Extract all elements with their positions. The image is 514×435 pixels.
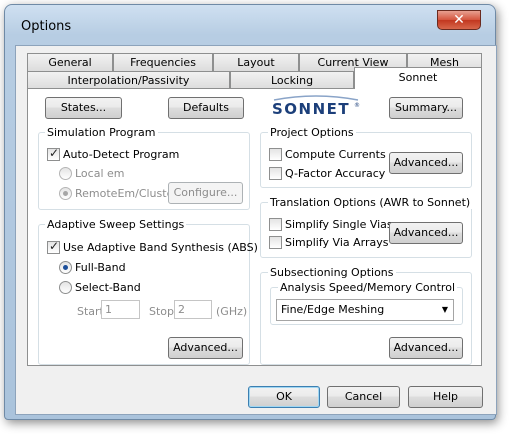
- chevron-down-icon[interactable]: ▼: [442, 300, 448, 320]
- select-band-radio[interactable]: [59, 281, 72, 294]
- meshing-select[interactable]: Fine/Edge Meshing ▼: [276, 299, 454, 321]
- start-label: Start: [77, 305, 104, 318]
- local-em-label: Local em: [75, 167, 125, 180]
- remote-em-cluster-radio[interactable]: [59, 187, 72, 200]
- q-factor-accuracy-checkbox[interactable]: [269, 167, 282, 180]
- translation-advanced-button[interactable]: Advanced...: [389, 222, 463, 244]
- auto-detect-program-label[interactable]: Auto-Detect Program: [63, 148, 179, 161]
- tab-locking[interactable]: Locking: [230, 71, 354, 89]
- window-title: Options: [21, 19, 72, 34]
- subsectioning-advanced-button[interactable]: Advanced...: [389, 337, 463, 359]
- close-icon: ✕: [453, 12, 465, 28]
- checkmark-icon: ✓: [48, 146, 60, 160]
- q-factor-accuracy-label[interactable]: Q-Factor Accuracy: [285, 167, 385, 180]
- use-abs-checkbox[interactable]: ✓: [47, 239, 60, 254]
- tab-frequencies[interactable]: Frequencies: [113, 53, 213, 71]
- simplify-via-arrays-checkbox[interactable]: [269, 236, 282, 249]
- translation-options-title: Translation Options (AWR to Sonnet): [268, 196, 473, 209]
- full-band-label[interactable]: Full-Band: [75, 261, 126, 274]
- start-frequency-input[interactable]: 1: [101, 300, 140, 319]
- radio-selected-dot: [63, 265, 68, 270]
- checkmark-icon: ✓: [48, 239, 60, 253]
- help-button[interactable]: Help: [408, 386, 483, 408]
- adaptive-advanced-button[interactable]: Advanced...: [168, 337, 243, 359]
- summary-button[interactable]: Summary...: [389, 97, 463, 119]
- simplify-single-vias-label[interactable]: Simplify Single Vias: [285, 218, 393, 231]
- ghz-unit-label: (GHz): [216, 305, 248, 318]
- analysis-speed-title: Analysis Speed/Memory Control: [278, 281, 458, 294]
- full-band-radio[interactable]: [59, 261, 72, 274]
- local-em-radio[interactable]: [59, 167, 72, 180]
- configure-button[interactable]: Configure...: [168, 182, 243, 204]
- remote-em-cluster-label: RemoteEm/Cluster: [75, 187, 178, 200]
- cancel-button[interactable]: Cancel: [327, 386, 400, 408]
- tab-interpolation-passivity[interactable]: Interpolation/Passivity: [27, 71, 230, 89]
- tab-layout[interactable]: Layout: [213, 53, 299, 71]
- radio-selected-dot: [63, 191, 68, 196]
- project-advanced-button[interactable]: Advanced...: [389, 152, 463, 174]
- simplify-single-vias-checkbox[interactable]: [269, 218, 282, 231]
- subsectioning-options-title: Subsectioning Options: [268, 266, 396, 279]
- select-band-label[interactable]: Select-Band: [75, 281, 141, 294]
- stop-label: Stop: [149, 305, 175, 318]
- logo-registered-mark: ®: [354, 102, 360, 109]
- use-abs-label[interactable]: Use Adaptive Band Synthesis (ABS): [63, 241, 258, 254]
- meshing-selected-value: Fine/Edge Meshing: [281, 303, 385, 316]
- sonnet-logo: SONNET ®: [270, 95, 362, 118]
- compute-currents-checkbox[interactable]: [269, 148, 282, 161]
- simulation-program-title: Simulation Program: [45, 126, 158, 139]
- close-button[interactable]: ✕: [437, 10, 481, 30]
- tab-sonnet[interactable]: Sonnet: [354, 67, 482, 89]
- tab-general[interactable]: General: [27, 53, 113, 71]
- states-button[interactable]: States...: [45, 97, 122, 119]
- project-options-title: Project Options: [268, 126, 356, 139]
- auto-detect-program-checkbox[interactable]: ✓: [47, 146, 60, 161]
- logo-text: SONNET: [272, 100, 350, 117]
- simplify-via-arrays-label[interactable]: Simplify Via Arrays: [285, 236, 388, 249]
- defaults-button[interactable]: Defaults: [168, 97, 244, 119]
- stop-frequency-input[interactable]: 2: [174, 300, 212, 319]
- compute-currents-label[interactable]: Compute Currents: [285, 148, 386, 161]
- adaptive-sweep-title: Adaptive Sweep Settings: [45, 218, 187, 231]
- ok-button[interactable]: OK: [248, 386, 320, 408]
